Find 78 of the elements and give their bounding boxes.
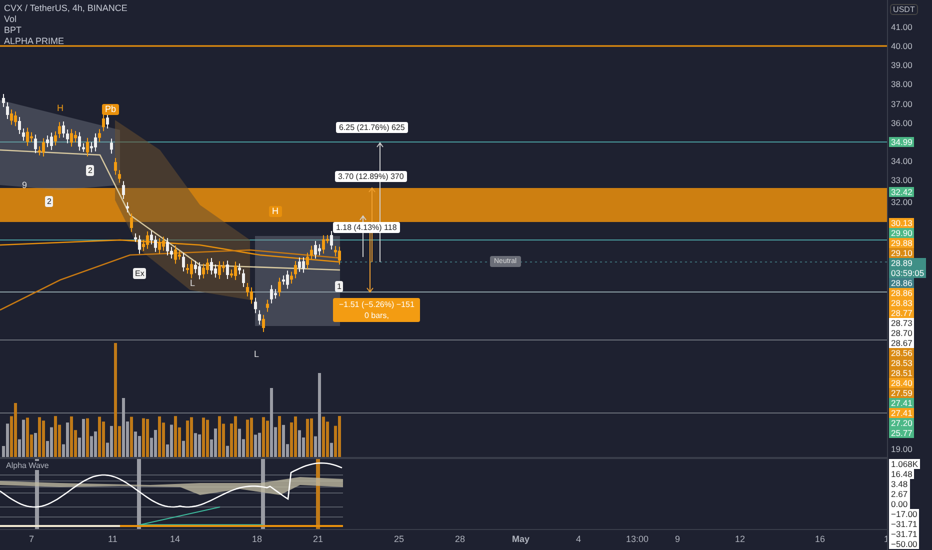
oscillator-value: −50.00 xyxy=(889,539,920,549)
oscillator-value: 1.068K xyxy=(889,459,920,469)
time-label: 18 xyxy=(252,534,262,544)
price-tag: 28.40 xyxy=(889,378,914,388)
price-label: 33.00 xyxy=(890,175,914,186)
indicator-label[interactable]: Vol xyxy=(4,14,128,24)
measure-value: −1.51 (−5.26%) −151 xyxy=(339,299,414,310)
oscillator-value: 2.67 xyxy=(889,489,910,499)
price-tag: 28.51 xyxy=(889,368,914,378)
time-label: 9 xyxy=(675,534,680,544)
price-tag: 29.10 xyxy=(889,248,914,258)
price-tag: 27.41 xyxy=(889,398,914,408)
price-tag: 28.86 xyxy=(889,278,914,288)
price-tag: 27.20 xyxy=(889,418,914,428)
signal-tag: Pb xyxy=(102,104,120,115)
price-label: 34.00 xyxy=(890,156,914,166)
chart-badge: 1 xyxy=(335,281,344,292)
time-label: 4 xyxy=(576,534,582,544)
price-value: 28.89 xyxy=(891,258,914,268)
measure-label: 1.18 (4.13%) 118 xyxy=(333,222,400,233)
time-label: May xyxy=(512,534,530,544)
time-label: 28 xyxy=(455,534,466,544)
time-label: 25 xyxy=(394,534,404,544)
chart-note: L xyxy=(190,278,196,289)
price-tag: 27.41 xyxy=(889,408,914,418)
price-label: 41.00 xyxy=(890,22,914,32)
measure-label: 6.25 (21.76%) 625 xyxy=(336,122,408,133)
price-label: 32.00 xyxy=(890,196,914,207)
price-tag: 28.56 xyxy=(889,348,914,358)
price-tag: 30.13 xyxy=(889,218,914,228)
price-label: 37.00 xyxy=(890,98,914,109)
time-label: 12 xyxy=(735,534,746,544)
time-label: 7 xyxy=(29,534,34,544)
price-label: 40.00 xyxy=(890,41,914,51)
oscillator-value: −31.71 xyxy=(889,519,920,529)
price-tag: 29.90 xyxy=(889,228,914,238)
price-tag: 25.77 xyxy=(889,428,914,438)
time-label: 16 xyxy=(815,534,826,544)
chart-note: 9 xyxy=(22,180,28,191)
chart-note: L xyxy=(254,349,260,360)
time-label: 14 xyxy=(170,534,180,544)
price-tag: 28.67 xyxy=(889,338,914,348)
time-label: 21 xyxy=(313,534,324,544)
price-tag: 28.73 xyxy=(889,318,914,328)
price-tag: 28.70 xyxy=(889,328,914,338)
indicator-label[interactable]: BPT xyxy=(4,25,128,35)
oscillator-value: 3.48 xyxy=(889,479,910,489)
oscillator-value: 0.00 xyxy=(889,499,910,509)
time-label: 13:00 xyxy=(626,534,649,544)
price-label: 39.00 xyxy=(890,60,914,70)
bar-count: 0 bars, xyxy=(364,310,389,321)
signal-tag: H xyxy=(269,206,282,217)
price-tag: 29.88 xyxy=(889,238,914,248)
chart-badge: Ex xyxy=(133,268,146,279)
price-tag: 34.99 xyxy=(889,137,914,148)
oscillator-value: 16.48 xyxy=(889,469,914,479)
time-label: 11 xyxy=(108,534,118,544)
signal-marker: H xyxy=(57,103,64,114)
price-tag: 28.53 xyxy=(889,358,914,368)
candle xyxy=(110,138,113,154)
price-tag: 28.86 xyxy=(889,288,914,298)
oscillator-value: −17.00 xyxy=(889,509,920,519)
price-label: 38.00 xyxy=(890,79,914,90)
oscillator-value: −31.71 xyxy=(889,529,920,539)
price-tag: 27.59 xyxy=(889,388,914,398)
price-tag: 28.83 xyxy=(889,298,914,308)
indicator-label[interactable]: Alpha Wave xyxy=(4,461,51,470)
price-tag: 28.77 xyxy=(889,308,914,318)
chart-badge: 2 xyxy=(45,196,54,207)
symbol-title[interactable]: CVX / TetherUS, 4h, BINANCE xyxy=(4,3,128,13)
chart-badge: 2 xyxy=(86,165,94,176)
price-tag: 32.42 xyxy=(889,186,914,197)
measure-label: 3.70 (12.89%) 370 xyxy=(335,171,407,182)
price-label: 19.00 xyxy=(890,444,914,454)
indicator-label[interactable]: ALPHA PRIME xyxy=(4,36,128,46)
price-label: 36.00 xyxy=(890,118,914,128)
currency-label[interactable]: USDT xyxy=(890,4,918,15)
countdown-timer: 03:59:05 xyxy=(891,268,924,278)
